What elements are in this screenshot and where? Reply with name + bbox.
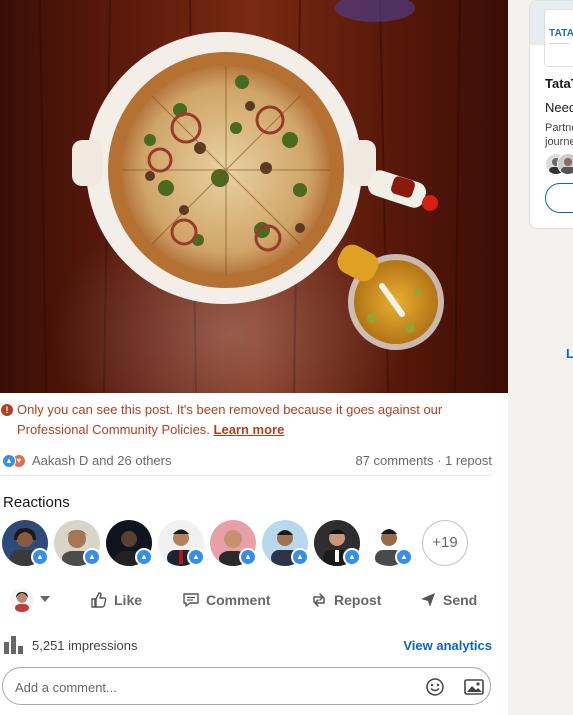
repost-button[interactable]: Repost <box>310 584 381 616</box>
image-icon[interactable] <box>463 677 485 697</box>
like-badge-icon: ▲ <box>395 548 413 566</box>
comment-button[interactable]: Comment <box>182 584 271 616</box>
reactor-avatar[interactable]: ▲ <box>210 520 257 566</box>
like-badge-icon: ▲ <box>343 548 361 566</box>
comments-reposts-count[interactable]: 87 comments · 1 repost <box>355 453 492 468</box>
like-badge-icon: ▲ <box>187 548 205 566</box>
like-badge-icon: ▲ <box>291 548 309 566</box>
learn-more-link[interactable]: Learn more <box>214 422 285 437</box>
post-image[interactable] <box>0 0 508 393</box>
reactor-avatar[interactable]: ▲ <box>2 520 49 566</box>
reactor-avatar[interactable]: ▲ <box>366 520 413 566</box>
impressions-count: 5,251 impressions <box>32 638 138 653</box>
reaction-icons[interactable]: ▲ ♥ <box>2 454 30 468</box>
removed-post-notice: ! Only you can see this post. It's been … <box>0 400 490 440</box>
social-counts: ▲ ♥ Aakash D and 26 others 87 comments ·… <box>0 451 492 471</box>
comment-input[interactable] <box>13 677 397 697</box>
view-analytics-link[interactable]: View analytics <box>403 638 492 653</box>
ad-body: Partne journe <box>545 122 573 148</box>
ad-follow-button[interactable] <box>545 183 573 213</box>
actor-avatar[interactable] <box>10 588 34 612</box>
post-card: ! Only you can see this post. It's been … <box>0 0 508 715</box>
emoji-icon[interactable] <box>425 677 445 697</box>
ad-headline: Need <box>545 100 573 115</box>
send-button[interactable]: Send <box>419 584 477 616</box>
reactor-avatars: ▲ ▲ ▲ ▲ ▲ ▲ ▲ ▲ +19 <box>2 520 502 566</box>
like-badge-icon: ▲ <box>239 548 257 566</box>
like-label: Like <box>114 592 143 608</box>
repost-icon <box>313 593 325 607</box>
like-badge-icon: ▲ <box>135 548 153 566</box>
more-reactors-button[interactable]: +19 <box>422 520 468 566</box>
comment-label: Comment <box>206 592 271 608</box>
divider <box>0 475 492 476</box>
analytics-bars-icon <box>4 636 23 654</box>
sidebar-link[interactable]: L <box>566 346 573 361</box>
chevron-down-icon[interactable] <box>40 596 50 602</box>
like-badge-icon: ▲ <box>83 548 101 566</box>
reactor-avatar[interactable]: ▲ <box>106 520 153 566</box>
ad-connection-avatars <box>545 153 573 175</box>
send-label: Send <box>443 592 478 608</box>
reactions-heading: Reactions <box>3 494 70 511</box>
ad-company-name[interactable]: TataT <box>545 76 573 91</box>
impressions-row: 5,251 impressions View analytics <box>0 634 492 656</box>
likers-link[interactable]: Aakash D and 26 others <box>32 453 171 468</box>
post-actions-bar: Like Comment Repost Send <box>0 584 508 616</box>
repost-label: Repost <box>334 592 382 608</box>
thumbs-up-icon <box>91 592 107 608</box>
reactor-avatar[interactable]: ▲ <box>54 520 101 566</box>
comment-box <box>2 667 491 705</box>
comment-icon <box>183 593 199 607</box>
company-logo[interactable]: TATA ————— <box>544 9 573 67</box>
reactor-avatar[interactable]: ▲ <box>314 520 361 566</box>
sidebar-ad-card: TATA ————— TataT Need Partne journe <box>529 0 573 229</box>
reactor-avatar[interactable]: ▲ <box>262 520 309 566</box>
send-icon <box>421 593 435 607</box>
avatar <box>557 153 573 175</box>
reactor-avatar[interactable]: ▲ <box>158 520 205 566</box>
like-reaction-icon: ▲ <box>2 454 16 468</box>
warning-icon: ! <box>1 404 13 416</box>
like-badge-icon: ▲ <box>31 548 49 566</box>
like-button[interactable]: Like <box>90 584 142 616</box>
